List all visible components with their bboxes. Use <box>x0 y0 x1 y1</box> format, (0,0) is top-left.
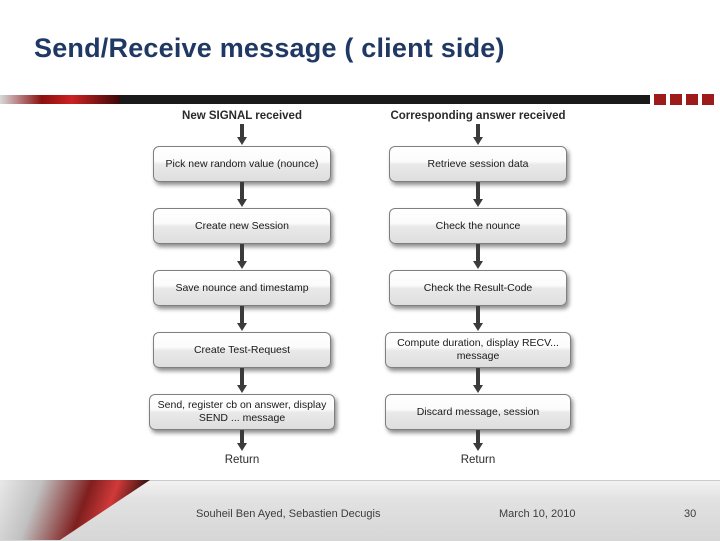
flow-column-send-header: New SIGNAL received <box>182 110 302 122</box>
arrow-down-icon <box>237 306 247 332</box>
flow-return-label: Return <box>460 454 496 466</box>
flow-node: Check the Result-Code <box>389 270 567 306</box>
flow-node: Compute duration, display RECV... messag… <box>385 332 571 368</box>
flow-node: Pick new random value (nounce) <box>153 146 331 182</box>
arrow-down-icon <box>237 430 247 452</box>
flow-node: Send, register cb on answer, display SEN… <box>149 394 335 430</box>
arrow-down-icon <box>473 244 483 270</box>
flow-node: Create Test-Request <box>153 332 331 368</box>
flowchart: New SIGNAL received Pick new random valu… <box>0 104 720 474</box>
flow-node: Create new Session <box>153 208 331 244</box>
flow-node: Retrieve session data <box>389 146 567 182</box>
arrow-down-icon <box>237 368 247 394</box>
arrow-down-icon <box>237 244 247 270</box>
flow-return-label: Return <box>224 454 260 466</box>
arrow-down-icon <box>473 306 483 332</box>
footer-date: March 10, 2010 <box>499 508 576 520</box>
flow-column-receive: Corresponding answer received Retrieve s… <box>363 104 593 466</box>
arrow-down-icon <box>237 182 247 208</box>
footer-author: Souheil Ben Ayed, Sebastien Decugis <box>196 508 381 520</box>
flow-column-send: New SIGNAL received Pick new random valu… <box>127 104 357 466</box>
page-title: Send/Receive message ( client side) <box>34 33 505 63</box>
flow-column-receive-header: Corresponding answer received <box>390 110 566 122</box>
arrow-down-icon <box>473 124 483 146</box>
flow-node: Discard message, session <box>385 394 571 430</box>
arrow-down-icon <box>473 430 483 452</box>
arrow-down-icon <box>237 124 247 146</box>
footer-page-number: 30 <box>684 508 697 520</box>
flow-node: Check the nounce <box>389 208 567 244</box>
arrow-down-icon <box>473 182 483 208</box>
header-gradient-accent <box>0 95 120 104</box>
flow-node: Save nounce and timestamp <box>153 270 331 306</box>
arrow-down-icon <box>473 368 483 394</box>
